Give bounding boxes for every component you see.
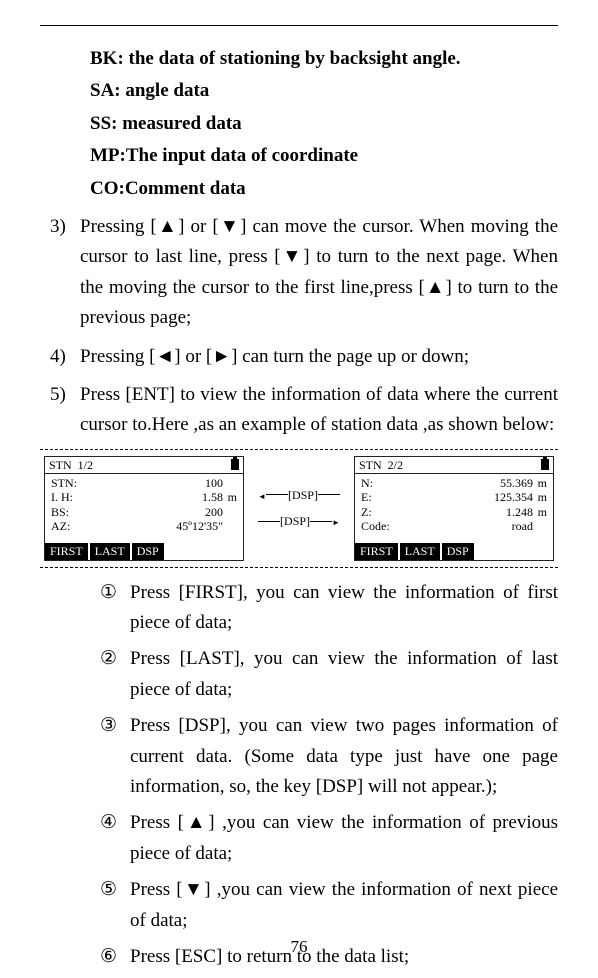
sub-text: Press [▼] ,you can view the information …	[130, 875, 558, 936]
sub-text: Press [DSP], you can view two pages info…	[130, 711, 558, 802]
dsp-label: [DSP]	[280, 514, 310, 528]
sub-number: ④	[100, 808, 130, 869]
row-unit	[223, 476, 237, 490]
item-text: Pressing [◄] or [►] can turn the page up…	[80, 342, 558, 372]
screen-page: 1/2	[78, 458, 93, 472]
row-unit: m	[223, 490, 237, 504]
row-label: BS:	[51, 505, 91, 519]
screen-page: 2/2	[388, 458, 403, 472]
row-unit: m	[533, 505, 547, 519]
screen-title-bar: STN 2/2	[355, 457, 553, 474]
sub-text: Press [LAST], you can view the informati…	[130, 644, 558, 705]
softkey-dsp[interactable]: DSP	[442, 543, 474, 559]
row-unit	[223, 519, 237, 533]
sub-number: ②	[100, 644, 130, 705]
row-label: Z:	[361, 505, 401, 519]
softkey-first[interactable]: FIRST	[45, 543, 88, 559]
list-item-5: 5) Press [ENT] to view the information o…	[50, 380, 558, 441]
screen-body: STN:100 I. H:1.58m BS:200 AZ:45º12'35"	[45, 474, 243, 536]
list-item-4: 4) Pressing [◄] or [►] can turn the page…	[50, 342, 558, 372]
screen-name: STN	[359, 458, 382, 472]
softkey-last[interactable]: LAST	[400, 543, 440, 559]
def-co: CO:Comment data	[90, 174, 558, 204]
screen-title-bar: STN 1/2	[45, 457, 243, 474]
softkey-first[interactable]: FIRST	[355, 543, 398, 559]
row-unit	[223, 505, 237, 519]
row-value: 1.248	[401, 505, 533, 519]
sub-text: Press [FIRST], you can view the informat…	[130, 578, 558, 639]
row-label: E:	[361, 490, 401, 504]
definitions-block: BK: the data of stationing by backsight …	[90, 44, 558, 204]
def-sa: SA: angle data	[90, 76, 558, 106]
page-top-rule	[40, 25, 558, 26]
row-label: STN:	[51, 476, 91, 490]
item-number: 5)	[50, 380, 80, 441]
row-value: 125.354	[401, 490, 533, 504]
row-label: I. H:	[51, 490, 91, 504]
row-value: 100	[91, 476, 223, 490]
row-value: 55.369	[401, 476, 533, 490]
screen-body: N:55.369m E:125.354m Z:1.248m Code:road	[355, 474, 553, 536]
sub-steps: ①Press [FIRST], you can view the informa…	[100, 578, 558, 973]
row-unit: m	[533, 490, 547, 504]
screen-softkeys: FIRST LAST DSP	[45, 543, 166, 559]
softkey-last[interactable]: LAST	[90, 543, 130, 559]
item-text: Pressing [▲] or [▼] can move the cursor.…	[80, 212, 558, 334]
softkey-dsp[interactable]: DSP	[132, 543, 164, 559]
row-value: 45º12'35"	[91, 519, 223, 533]
screen-name: STN	[49, 458, 72, 472]
item-number: 3)	[50, 212, 80, 334]
row-label: N:	[361, 476, 401, 490]
arrow-right-icon	[332, 514, 340, 528]
item-number: 4)	[50, 342, 80, 372]
def-ss: SS: measured data	[90, 109, 558, 139]
dsp-arrows: [DSP] [DSP]	[249, 482, 349, 535]
row-unit: m	[533, 476, 547, 490]
row-label: Code:	[361, 519, 401, 533]
battery-icon	[541, 459, 549, 470]
battery-icon	[231, 459, 239, 470]
row-label: AZ:	[51, 519, 91, 533]
list-item-3: 3) Pressing [▲] or [▼] can move the curs…	[50, 212, 558, 334]
def-bk: BK: the data of stationing by backsight …	[90, 44, 558, 74]
row-unit	[533, 519, 547, 533]
screen-left: STN 1/2 STN:100 I. H:1.58m BS:200 AZ:45º…	[44, 456, 244, 561]
row-value: 200	[91, 505, 223, 519]
sub-number: ③	[100, 711, 130, 802]
item-text: Press [ENT] to view the information of d…	[80, 380, 558, 441]
arrow-left-icon	[258, 488, 266, 502]
row-value: road	[401, 519, 533, 533]
row-value: 1.58	[91, 490, 223, 504]
screen-diagram: STN 1/2 STN:100 I. H:1.58m BS:200 AZ:45º…	[40, 449, 558, 568]
screen-softkeys: FIRST LAST DSP	[355, 543, 476, 559]
screen-right: STN 2/2 N:55.369m E:125.354m Z:1.248m Co…	[354, 456, 554, 561]
sub-number: ①	[100, 578, 130, 639]
dsp-label: [DSP]	[288, 488, 318, 502]
def-mp: MP:The input data of coordinate	[90, 141, 558, 171]
sub-number: ⑤	[100, 875, 130, 936]
page-number: 76	[0, 933, 598, 960]
sub-text: Press [▲] ,you can view the information …	[130, 808, 558, 869]
